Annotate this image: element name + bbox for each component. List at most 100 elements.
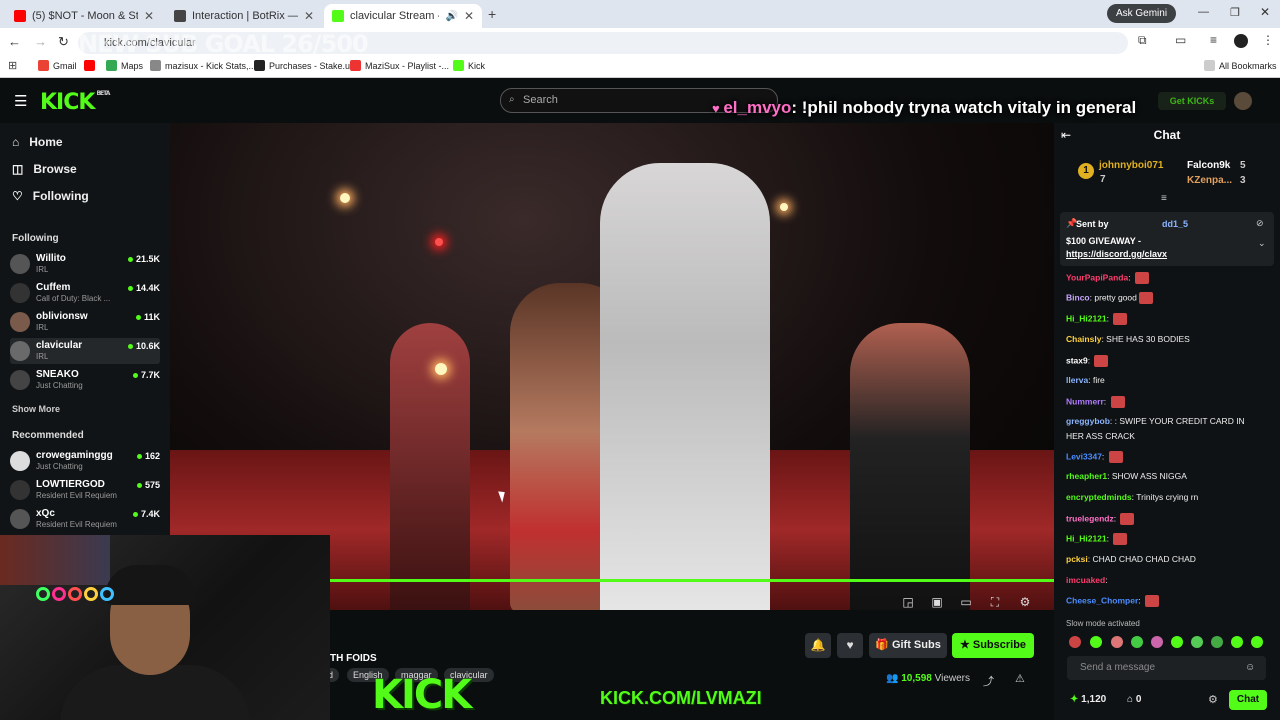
chat-username[interactable]: imcuaked bbox=[1066, 575, 1105, 585]
tab-botrix[interactable]: Interaction | BotRix — Cloud St ✕ bbox=[166, 4, 322, 28]
bookmark-maps[interactable]: Maps bbox=[106, 60, 143, 71]
forward-icon[interactable]: → bbox=[34, 34, 47, 49]
hide-icon[interactable]: ⊘ bbox=[1256, 218, 1264, 229]
new-tab-button[interactable]: + bbox=[488, 6, 496, 22]
sidebar-channel[interactable]: crowegaminggg Just Chatting 162 bbox=[10, 448, 160, 474]
emote-icon[interactable] bbox=[1151, 636, 1163, 648]
bookmark-mazisux-stats[interactable]: mazisux - Kick Stats,... bbox=[150, 60, 256, 71]
heart-icon[interactable]: ♥ bbox=[837, 633, 863, 658]
show-more-link[interactable]: Show More bbox=[12, 404, 60, 414]
emoji-icon[interactable]: ☺ bbox=[1245, 662, 1255, 673]
sidebar-channel[interactable]: LOWTIERGOD Resident Evil Requiem 575 bbox=[10, 477, 160, 503]
emote-icon[interactable] bbox=[1090, 636, 1102, 648]
emote-icon[interactable] bbox=[1131, 636, 1143, 648]
hamburger-icon[interactable]: ☰ bbox=[14, 92, 27, 110]
bookmark-youtube[interactable] bbox=[84, 60, 95, 71]
chat-username[interactable]: Hi_Hi2121 bbox=[1066, 533, 1107, 543]
video-progress-bar[interactable] bbox=[330, 579, 1054, 582]
emote-icon[interactable] bbox=[1111, 636, 1123, 648]
cast-icon[interactable]: ▭ bbox=[1175, 33, 1186, 47]
kick-icon bbox=[332, 10, 344, 22]
gift-count[interactable]: ⌂ 0 bbox=[1127, 694, 1141, 705]
chat-username[interactable]: Chainsly bbox=[1066, 334, 1101, 344]
emote-icon[interactable] bbox=[1251, 636, 1263, 648]
window-close-button[interactable]: ✕ bbox=[1260, 5, 1270, 19]
chevron-down-icon[interactable]: ⌄ bbox=[1258, 238, 1266, 249]
expand-icon[interactable]: ≡ bbox=[1161, 193, 1167, 204]
report-icon[interactable]: ⚠ bbox=[1015, 672, 1025, 685]
subscribe-button[interactable]: ★ Subscribe bbox=[952, 633, 1034, 658]
chat-username[interactable]: llerva bbox=[1066, 375, 1088, 385]
chat-username[interactable]: rheapher1 bbox=[1066, 471, 1107, 481]
chat-username[interactable]: encryptedminds bbox=[1066, 492, 1132, 502]
emote-icon[interactable] bbox=[1231, 636, 1243, 648]
chat-message-input[interactable]: Send a message bbox=[1067, 656, 1266, 680]
chat-username[interactable]: greggybob bbox=[1066, 416, 1110, 426]
bookmark-gmail[interactable]: Gmail bbox=[38, 60, 77, 71]
maximize-button[interactable]: ❐ bbox=[1230, 6, 1240, 19]
sidebar-channel[interactable]: SNEAKO Just Chatting 7.7K bbox=[10, 367, 160, 393]
back-icon[interactable]: ← bbox=[8, 34, 21, 49]
tab-youtube[interactable]: (5) $NOT - Moon & Stars ft. Ma ✕ bbox=[6, 4, 162, 28]
emote-icon[interactable] bbox=[1211, 636, 1223, 648]
sidebar-channel[interactable]: Cuffem Call of Duty: Black ... 14.4K bbox=[10, 280, 160, 306]
chat-username[interactable]: stax9 bbox=[1066, 355, 1088, 365]
settings-icon[interactable]: ⚙ bbox=[1018, 595, 1032, 609]
user-avatar[interactable] bbox=[1234, 92, 1252, 110]
chat-settings-icon[interactable]: ⚙ bbox=[1208, 693, 1218, 706]
fullscreen-icon[interactable]: ⛶ bbox=[988, 595, 1002, 609]
nav-home[interactable]: ⌂ Home bbox=[12, 135, 63, 149]
chat-username[interactable]: Hi_Hi2121 bbox=[1066, 313, 1107, 323]
chat-username[interactable]: Nummerr bbox=[1066, 396, 1104, 406]
get-kicks-button[interactable]: Get KICKs bbox=[1158, 92, 1226, 110]
sidebar-channel[interactable]: xQc Resident Evil Requiem 7.4K bbox=[10, 506, 160, 532]
kick-logo[interactable]: KICK BETA bbox=[40, 90, 110, 115]
bookmark-stake[interactable]: Purchases - Stake.us bbox=[254, 60, 355, 71]
profile-avatar[interactable] bbox=[1234, 34, 1248, 48]
send-chat-button[interactable]: Chat bbox=[1229, 690, 1267, 710]
chat-title: Chat bbox=[1153, 128, 1181, 142]
all-bookmarks[interactable]: All Bookmarks bbox=[1204, 60, 1277, 71]
chat-message: imcuaked: bbox=[1066, 575, 1270, 585]
pip-icon[interactable]: ◲ bbox=[901, 595, 915, 609]
bell-icon[interactable]: 🔔 bbox=[805, 633, 831, 658]
clip-icon[interactable]: ▣ bbox=[930, 595, 944, 609]
theater-icon[interactable]: ▭ bbox=[959, 595, 973, 609]
media-icon[interactable]: ≡ bbox=[1210, 33, 1217, 47]
close-icon[interactable]: ✕ bbox=[144, 9, 154, 23]
apps-icon[interactable]: ⊞ bbox=[8, 59, 17, 72]
close-icon[interactable]: ✕ bbox=[464, 9, 474, 23]
extensions-icon[interactable]: ⧉ bbox=[1138, 33, 1147, 48]
chat-username[interactable]: truelegendz bbox=[1066, 513, 1114, 523]
nav-following[interactable]: ♡ Following bbox=[12, 189, 89, 203]
chat-username[interactable]: Levi3347 bbox=[1066, 451, 1102, 461]
speaker-icon[interactable]: 🔊 bbox=[445, 11, 457, 22]
chat-username[interactable]: pcksi bbox=[1066, 554, 1088, 564]
sidebar-channel-active[interactable]: clavicular IRL 10.6K bbox=[10, 338, 160, 364]
leader-name[interactable]: Falcon9k bbox=[1187, 160, 1230, 171]
channel-points[interactable]: ✦ 1,120 bbox=[1070, 694, 1106, 705]
emote-icon[interactable] bbox=[1171, 636, 1183, 648]
sidebar-channel[interactable]: oblivionsw IRL 11K bbox=[10, 309, 160, 335]
leader-name[interactable]: johnnyboi071 bbox=[1099, 160, 1163, 171]
close-icon[interactable]: ✕ bbox=[304, 9, 314, 23]
emote-icon[interactable] bbox=[1069, 636, 1081, 648]
share-icon[interactable]: ⤴ bbox=[983, 673, 994, 689]
reload-icon[interactable]: ↻ bbox=[58, 34, 69, 50]
chat-username[interactable]: Binco bbox=[1066, 292, 1090, 302]
emote-icon bbox=[1110, 396, 1125, 408]
minimize-button[interactable]: — bbox=[1198, 6, 1209, 18]
tab-kick-active[interactable]: clavicular Stream - Watch L 🔊 ✕ bbox=[324, 4, 482, 28]
chat-username[interactable]: YourPapiPanda bbox=[1066, 272, 1128, 282]
bookmark-playlist[interactable]: MaziSux - Playlist -... bbox=[350, 60, 449, 71]
chat-username[interactable]: Cheese_Chomper bbox=[1066, 595, 1138, 605]
gift-subs-button[interactable]: 🎁 Gift Subs bbox=[869, 633, 947, 658]
menu-icon[interactable]: ⋮ bbox=[1262, 33, 1274, 47]
ask-gemini-button[interactable]: Ask Gemini bbox=[1107, 4, 1176, 23]
sidebar-channel[interactable]: Willito IRL 21.5K bbox=[10, 251, 160, 277]
nav-browse[interactable]: ◫ Browse bbox=[12, 162, 77, 176]
bookmark-kick[interactable]: Kick bbox=[453, 60, 485, 71]
emote-icon[interactable] bbox=[1191, 636, 1203, 648]
pinned-link[interactable]: https://discord.gg/clavx bbox=[1066, 249, 1167, 259]
leader-name[interactable]: KZenpa... bbox=[1187, 175, 1232, 186]
